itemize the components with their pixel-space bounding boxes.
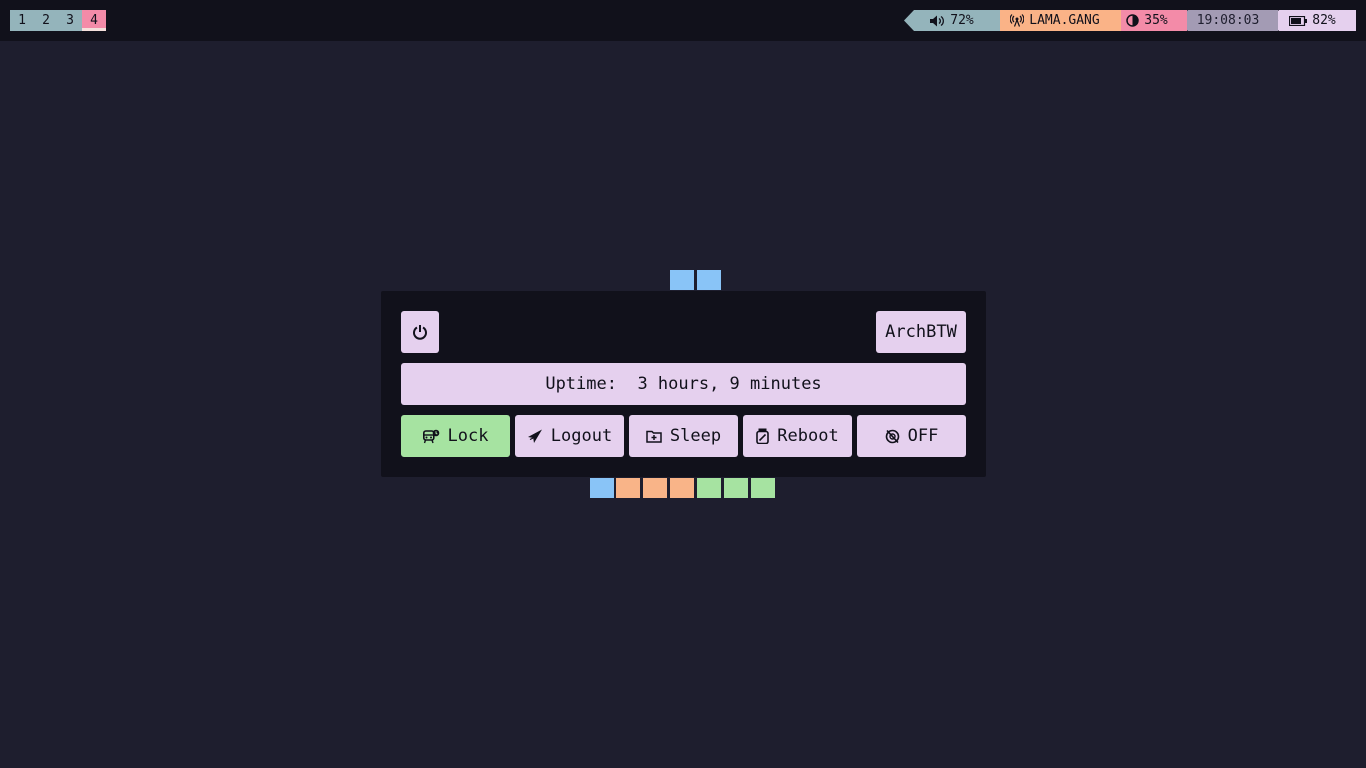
decor-block [669, 477, 695, 499]
logout-icon [527, 429, 543, 444]
lock-label: Lock [447, 426, 489, 446]
power-menu: ArchBTW Uptime: 3 hours, 9 minutes Lock … [381, 291, 986, 477]
decor-block [642, 477, 668, 499]
logout-label: Logout [550, 426, 613, 446]
power-icon [412, 324, 428, 340]
power-off-icon [885, 429, 900, 444]
decor-block [669, 269, 695, 291]
reboot-button[interactable]: Reboot [743, 415, 852, 457]
reboot-label: Reboot [777, 426, 839, 446]
decor-block [589, 477, 615, 499]
power-button[interactable] [401, 311, 439, 353]
wifi-tower-icon [1010, 14, 1025, 27]
volume-value: 72% [950, 13, 974, 28]
battery-value: 82% [1312, 13, 1336, 28]
workspace-2[interactable]: 2 [34, 10, 58, 31]
clock-value: 19:08:03 [1196, 13, 1260, 28]
sleep-button[interactable]: Sleep [629, 415, 738, 457]
hostname-button[interactable]: ArchBTW [876, 311, 966, 353]
decor-block [696, 269, 722, 291]
workspace-switcher: 1 2 3 4 [10, 10, 106, 31]
workspace-3[interactable]: 3 [58, 10, 82, 31]
sleep-label: Sleep [669, 426, 722, 446]
off-label: OFF [907, 426, 939, 446]
battery-icon [1289, 15, 1308, 26]
status-modules: 82% 19:08:03 35% LAMA.GANG 72% [904, 10, 1356, 31]
lock-screen-icon [422, 429, 440, 444]
uptime-display: Uptime: 3 hours, 9 minutes [401, 363, 966, 405]
decor-block [723, 477, 749, 499]
brightness-value: 35% [1144, 13, 1168, 28]
off-button[interactable]: OFF [857, 415, 966, 457]
battery-module[interactable]: 82% [1269, 10, 1356, 31]
workspace-4[interactable]: 4 [82, 10, 106, 31]
clock-module[interactable]: 19:08:03 [1178, 10, 1278, 31]
speaker-icon [930, 15, 945, 27]
decor-block [615, 477, 641, 499]
reboot-icon [756, 428, 770, 444]
sleep-icon [646, 430, 662, 443]
volume-module[interactable]: 72% [904, 10, 1000, 31]
logout-button[interactable]: Logout [515, 415, 624, 457]
decor-block [750, 477, 776, 499]
brightness-icon [1126, 14, 1139, 27]
top-bar: 1 2 3 4 82% 19:08:03 35% LAMA.GANG 72% [0, 0, 1366, 41]
network-value: LAMA.GANG [1029, 13, 1100, 28]
lock-button[interactable]: Lock [401, 415, 510, 457]
workspace-1[interactable]: 1 [10, 10, 34, 31]
network-module[interactable]: LAMA.GANG [989, 10, 1121, 31]
decor-block [696, 477, 722, 499]
